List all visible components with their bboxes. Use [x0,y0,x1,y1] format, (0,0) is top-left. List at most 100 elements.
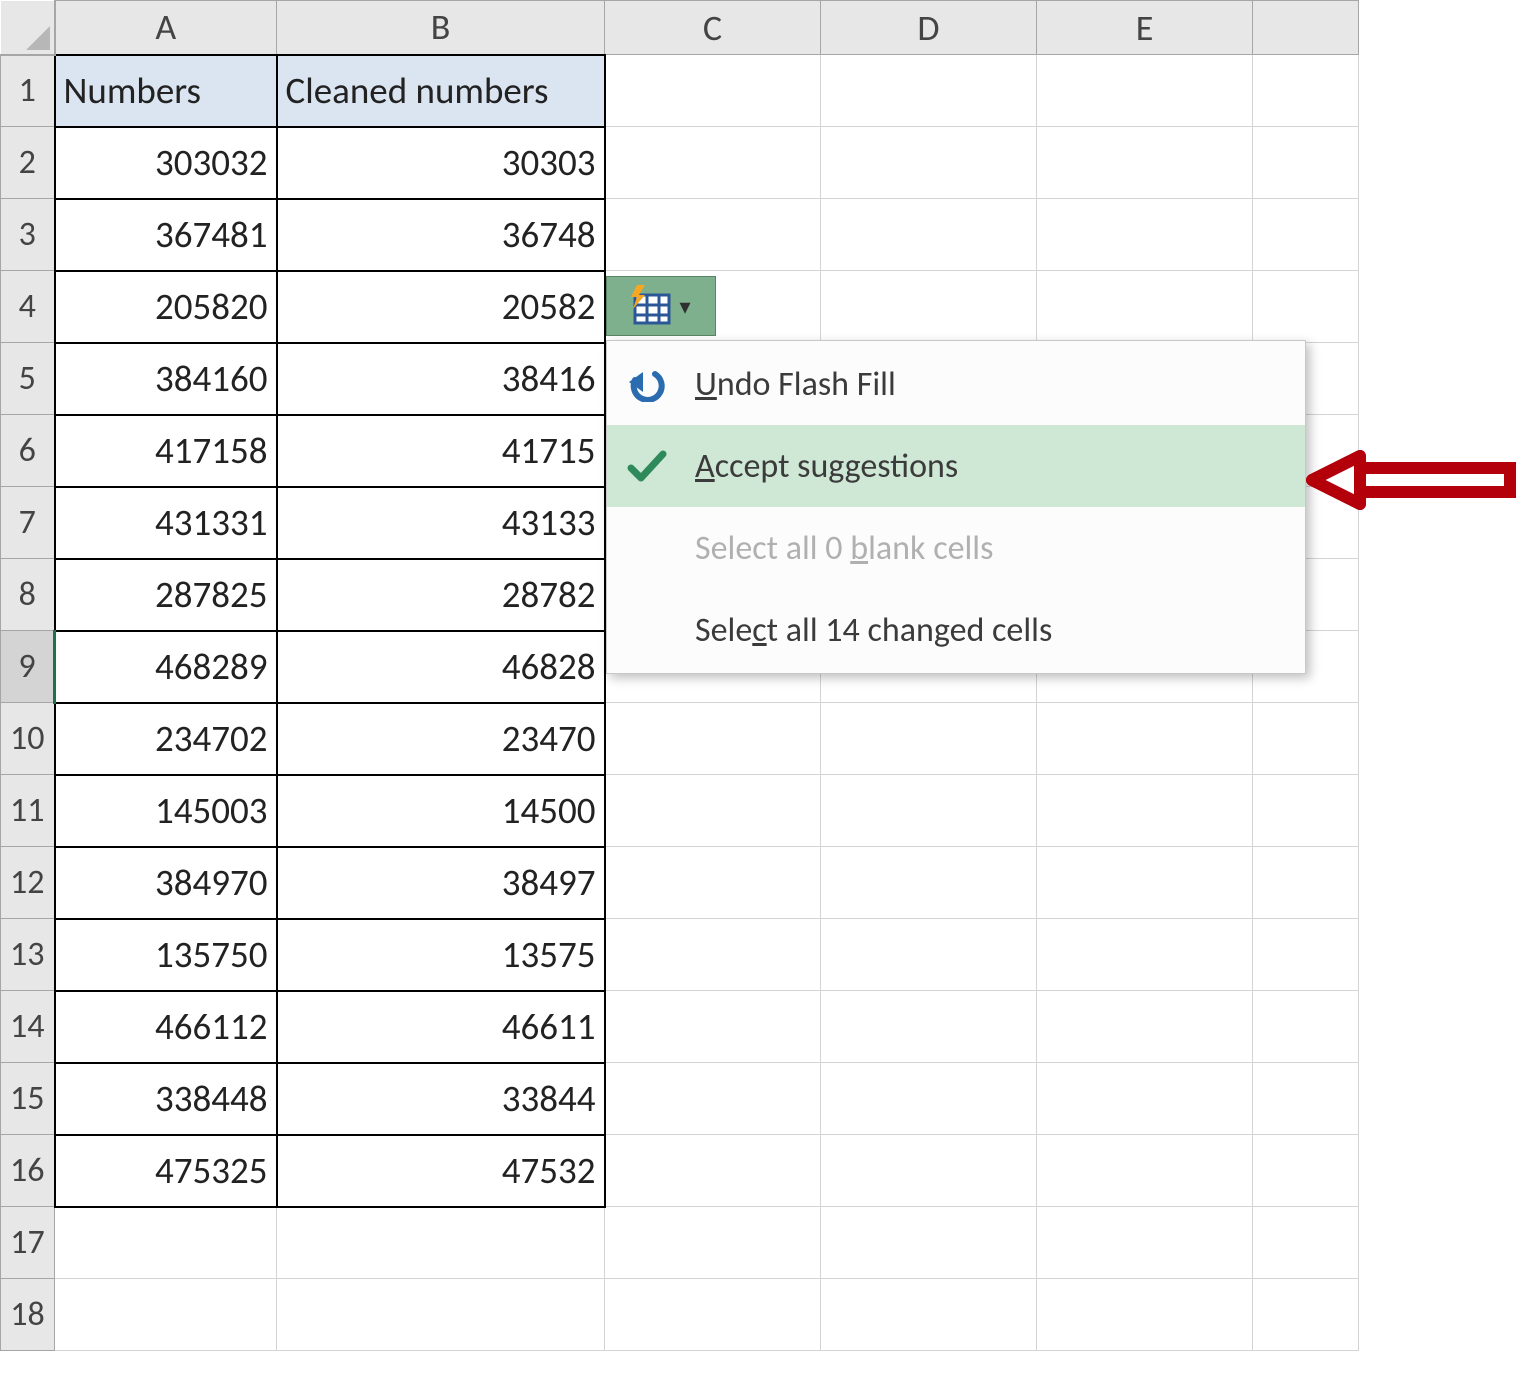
cell-F16[interactable] [1253,1135,1359,1207]
cell-F2[interactable] [1253,127,1359,199]
cell-E16[interactable] [1037,1135,1253,1207]
cell-D13[interactable] [821,919,1037,991]
cell-C16[interactable] [605,1135,821,1207]
spreadsheet-grid[interactable]: A B C D E 1 Numbers Cleaned numbers 2 30… [0,0,1359,1351]
cell-C10[interactable] [605,703,821,775]
cell-B13[interactable]: 13575 [277,919,605,991]
cell-D15[interactable] [821,1063,1037,1135]
col-header-D[interactable]: D [821,1,1037,55]
cell-C2[interactable] [605,127,821,199]
cell-A10[interactable]: 234702 [55,703,277,775]
cell-B15[interactable]: 33844 [277,1063,605,1135]
row-header-3[interactable]: 3 [1,199,55,271]
menu-item-undo-flash-fill[interactable]: Undo Flash Fill [607,343,1305,425]
row-header-8[interactable]: 8 [1,559,55,631]
col-header-B[interactable]: B [277,1,605,55]
cell-D17[interactable] [821,1207,1037,1279]
cell-C17[interactable] [605,1207,821,1279]
cell-B10[interactable]: 23470 [277,703,605,775]
cell-F18[interactable] [1253,1279,1359,1351]
cell-B4[interactable]: 20582 [277,271,605,343]
col-header-C[interactable]: C [605,1,821,55]
row-header-17[interactable]: 17 [1,1207,55,1279]
cell-A7[interactable]: 431331 [55,487,277,559]
select-all-corner[interactable] [1,1,55,55]
menu-item-accept-suggestions[interactable]: Accept suggestions [607,425,1305,507]
cell-D2[interactable] [821,127,1037,199]
cell-B3[interactable]: 36748 [277,199,605,271]
cell-A4[interactable]: 205820 [55,271,277,343]
row-header-12[interactable]: 12 [1,847,55,919]
cell-A5[interactable]: 384160 [55,343,277,415]
cell-C1[interactable] [605,55,821,127]
cell-F1[interactable] [1253,55,1359,127]
row-header-14[interactable]: 14 [1,991,55,1063]
menu-item-select-changed-cells[interactable]: Select all 14 changed cells [607,589,1305,671]
cell-B5[interactable]: 38416 [277,343,605,415]
cell-B9[interactable]: 46828 [277,631,605,703]
cell-A1[interactable]: Numbers [55,55,277,127]
cell-D4[interactable] [821,271,1037,343]
cell-E12[interactable] [1037,847,1253,919]
cell-B14[interactable]: 46611 [277,991,605,1063]
cell-A9[interactable]: 468289 [55,631,277,703]
cell-E4[interactable] [1037,271,1253,343]
cell-F14[interactable] [1253,991,1359,1063]
cell-F15[interactable] [1253,1063,1359,1135]
cell-B2[interactable]: 30303 [277,127,605,199]
cell-A6[interactable]: 417158 [55,415,277,487]
flash-fill-options-button[interactable]: ▾ [606,276,716,336]
row-header-1[interactable]: 1 [1,55,55,127]
col-header-F[interactable] [1253,1,1359,55]
row-header-6[interactable]: 6 [1,415,55,487]
cell-E15[interactable] [1037,1063,1253,1135]
cell-A11[interactable]: 145003 [55,775,277,847]
cell-E11[interactable] [1037,775,1253,847]
cell-C12[interactable] [605,847,821,919]
row-header-13[interactable]: 13 [1,919,55,991]
cell-B7[interactable]: 43133 [277,487,605,559]
row-header-4[interactable]: 4 [1,271,55,343]
cell-F17[interactable] [1253,1207,1359,1279]
row-header-15[interactable]: 15 [1,1063,55,1135]
cell-D14[interactable] [821,991,1037,1063]
row-header-11[interactable]: 11 [1,775,55,847]
cell-F12[interactable] [1253,847,1359,919]
cell-A13[interactable]: 135750 [55,919,277,991]
cell-C14[interactable] [605,991,821,1063]
cell-B18[interactable] [277,1279,605,1351]
col-header-E[interactable]: E [1037,1,1253,55]
cell-A3[interactable]: 367481 [55,199,277,271]
row-header-7[interactable]: 7 [1,487,55,559]
cell-B8[interactable]: 28782 [277,559,605,631]
cell-E2[interactable] [1037,127,1253,199]
row-header-18[interactable]: 18 [1,1279,55,1351]
cell-F11[interactable] [1253,775,1359,847]
cell-E3[interactable] [1037,199,1253,271]
cell-A12[interactable]: 384970 [55,847,277,919]
row-header-9[interactable]: 9 [1,631,55,703]
cell-A2[interactable]: 303032 [55,127,277,199]
cell-F13[interactable] [1253,919,1359,991]
cell-C13[interactable] [605,919,821,991]
cell-D12[interactable] [821,847,1037,919]
row-header-5[interactable]: 5 [1,343,55,415]
cell-E18[interactable] [1037,1279,1253,1351]
cell-F4[interactable] [1253,271,1359,343]
cell-B11[interactable]: 14500 [277,775,605,847]
cell-E10[interactable] [1037,703,1253,775]
col-header-A[interactable]: A [55,1,277,55]
cell-B12[interactable]: 38497 [277,847,605,919]
cell-A16[interactable]: 475325 [55,1135,277,1207]
cell-E13[interactable] [1037,919,1253,991]
cell-D11[interactable] [821,775,1037,847]
cell-E14[interactable] [1037,991,1253,1063]
cell-D3[interactable] [821,199,1037,271]
cell-B16[interactable]: 47532 [277,1135,605,1207]
row-header-16[interactable]: 16 [1,1135,55,1207]
cell-B17[interactable] [277,1207,605,1279]
cell-D18[interactable] [821,1279,1037,1351]
cell-B6[interactable]: 41715 [277,415,605,487]
cell-B1[interactable]: Cleaned numbers [277,55,605,127]
cell-F10[interactable] [1253,703,1359,775]
